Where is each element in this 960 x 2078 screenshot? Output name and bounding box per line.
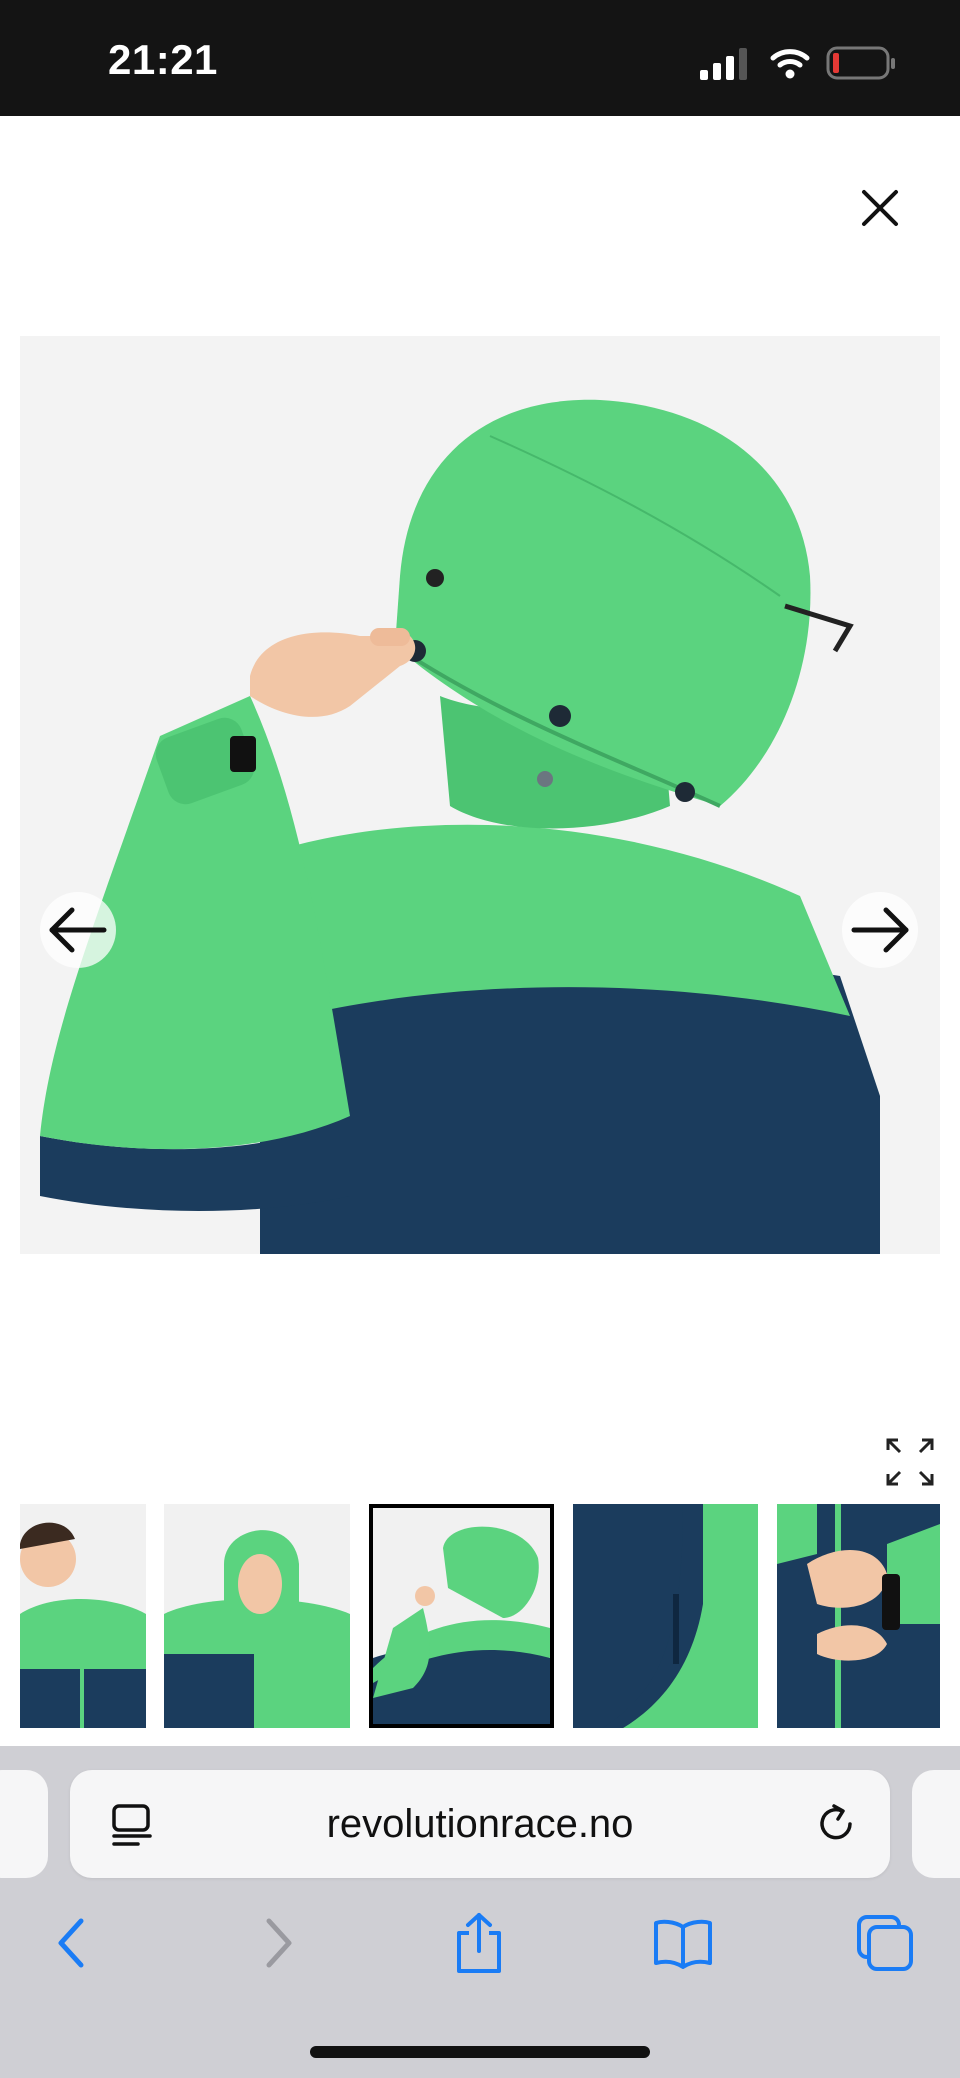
thumbnail-3-selected[interactable] <box>369 1504 554 1728</box>
back-button[interactable] <box>36 1908 106 1978</box>
tabs-button[interactable] <box>850 1908 920 1978</box>
arrow-right-icon <box>851 907 909 953</box>
signal-icon <box>700 48 747 80</box>
thumbnail-2[interactable] <box>164 1504 350 1728</box>
next-tab-peek[interactable] <box>912 1770 960 1878</box>
forward-button[interactable] <box>244 1908 314 1978</box>
jacket-hood-image <box>20 336 940 1254</box>
arrow-left-icon <box>49 907 107 953</box>
tabs-icon <box>857 1915 913 1971</box>
address-bar[interactable]: revolutionrace.no <box>70 1770 890 1878</box>
battery-low-icon <box>826 46 895 80</box>
close-button[interactable] <box>852 180 908 236</box>
bookmarks-button[interactable] <box>648 1908 718 1978</box>
reload-icon[interactable] <box>812 1800 860 1848</box>
next-image-button[interactable] <box>842 892 918 968</box>
previous-tab-peek[interactable] <box>0 1770 48 1878</box>
status-bar: 21:21 <box>0 0 960 116</box>
bookmarks-icon <box>654 1919 712 1969</box>
wifi-icon <box>770 49 810 79</box>
back-icon <box>58 1918 84 1968</box>
product-image[interactable] <box>20 336 940 1254</box>
thumbnail-4[interactable] <box>573 1504 758 1728</box>
thumbnail-image <box>373 1508 550 1724</box>
share-button[interactable] <box>444 1908 514 1978</box>
thumbnail-1[interactable] <box>20 1504 146 1728</box>
previous-image-button[interactable] <box>40 892 116 968</box>
thumbnail-image <box>573 1504 758 1728</box>
url-text[interactable]: revolutionrace.no <box>70 1770 890 1878</box>
thumbnail-image <box>164 1504 350 1728</box>
home-indicator[interactable] <box>310 2046 650 2058</box>
forward-icon <box>266 1918 292 1968</box>
clock: 21:21 <box>108 36 218 83</box>
thumbnail-5[interactable] <box>777 1504 940 1728</box>
expand-icon <box>886 1438 934 1486</box>
share-icon <box>457 1913 501 1973</box>
fullscreen-button[interactable] <box>884 1436 936 1488</box>
close-icon <box>862 190 898 226</box>
thumbnail-image <box>20 1504 146 1728</box>
thumbnail-image <box>777 1504 940 1728</box>
